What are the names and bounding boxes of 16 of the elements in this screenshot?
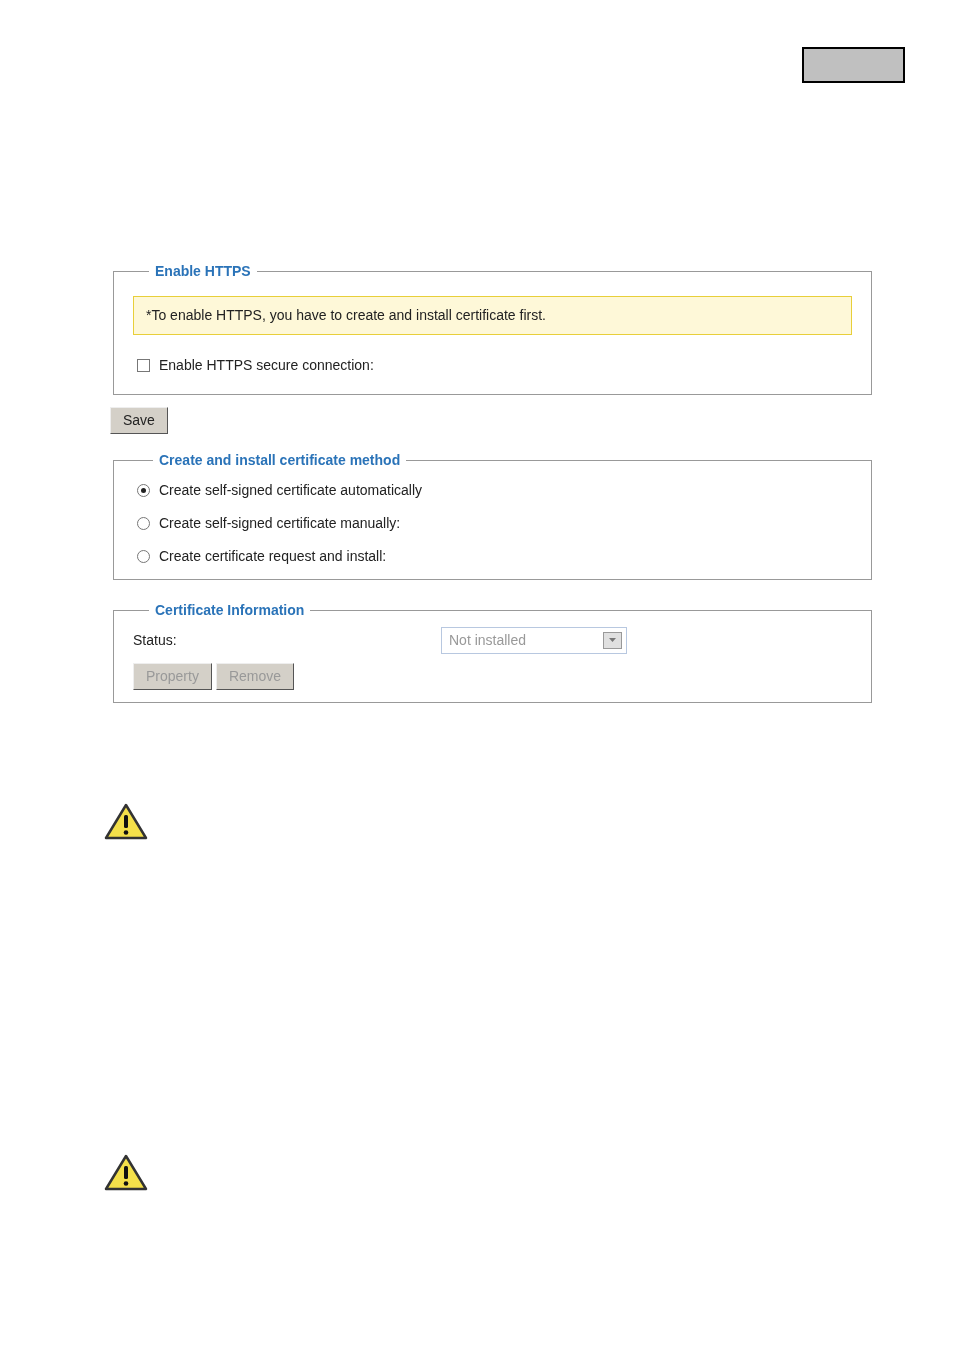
radio-label: Create certificate request and install:	[159, 546, 387, 566]
warning-icon	[104, 803, 148, 841]
radio-button[interactable]	[137, 516, 150, 530]
section-title: Create and install certificate method	[158, 451, 402, 470]
warning-icon	[104, 1154, 148, 1192]
notice-text: *To enable HTTPS, you have to create and install certificate first.	[133, 296, 852, 335]
checkbox-label: Enable HTTPS secure connection:	[159, 356, 374, 375]
radio-button[interactable]	[137, 483, 150, 497]
section-title: Enable HTTPS	[154, 262, 252, 281]
save-button[interactable]: Save	[110, 407, 168, 434]
section-title: Certificate Information	[154, 601, 306, 620]
checkbox[interactable]	[137, 359, 150, 372]
radio-label: Create self-signed certificate automatically	[159, 480, 422, 500]
radio-button[interactable]	[137, 549, 150, 563]
status-label: Status:	[133, 631, 178, 650]
radio-label: Create self-signed certificate manually:	[159, 513, 401, 533]
